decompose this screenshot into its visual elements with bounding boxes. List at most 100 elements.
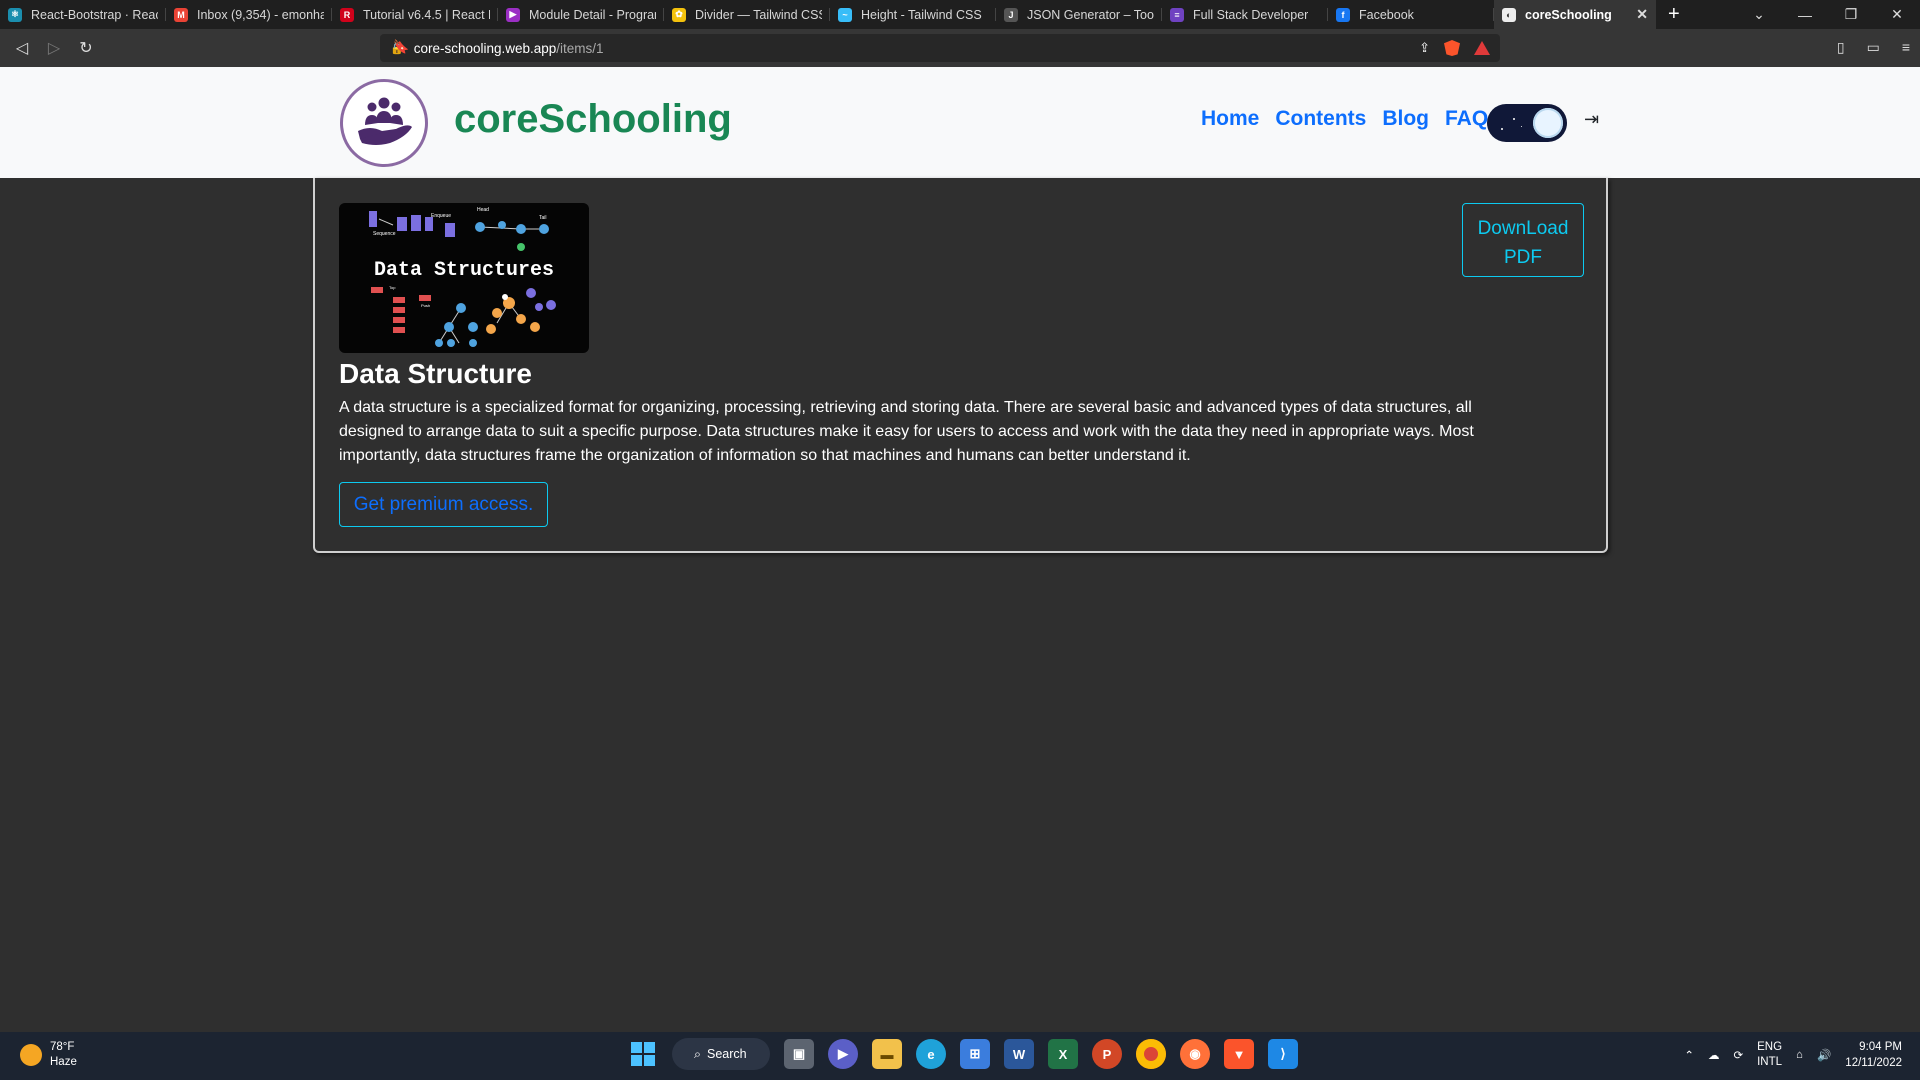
tab-favicon-icon: ≡ bbox=[1170, 7, 1184, 22]
tab-favicon-icon: ✿ bbox=[672, 7, 686, 22]
back-button[interactable]: ◁ bbox=[6, 38, 38, 58]
tab-title: Inbox (9,354) - emonhas bbox=[197, 7, 324, 22]
wallet-icon[interactable]: ▭ bbox=[1867, 39, 1880, 56]
taskbar-search-label: Search bbox=[707, 1047, 747, 1061]
browser-tab-strip: ⚛ React-Bootstrap · React M Inbox (9,354) -… bbox=[0, 0, 1920, 29]
tab-title: Module Detail - Program bbox=[529, 7, 656, 22]
vscode-icon[interactable]: ⟩ bbox=[1268, 1039, 1298, 1069]
clock-time: 9:04 PM bbox=[1859, 1041, 1902, 1053]
site-favicon-icon: ◐ bbox=[1502, 7, 1516, 22]
word-icon[interactable]: W bbox=[1004, 1039, 1034, 1069]
site-navbar: coreSchooling Home Contents Blog FAQ ⇥ bbox=[0, 67, 1920, 178]
thumb-label-push: Push bbox=[421, 303, 430, 308]
sync-icon[interactable]: ⟳ bbox=[1733, 1048, 1743, 1062]
tab-search-icon[interactable]: ⌄ bbox=[1736, 6, 1782, 23]
browser-tab[interactable]: ~ Height - Tailwind CSS bbox=[830, 0, 996, 29]
onedrive-icon[interactable]: ☁ bbox=[1708, 1048, 1720, 1062]
download-pdf-button[interactable]: DownLoad PDF bbox=[1462, 203, 1584, 277]
volume-icon[interactable]: 🔊 bbox=[1817, 1048, 1831, 1062]
menu-icon[interactable]: ≡ bbox=[1902, 39, 1910, 56]
thumb-label-enqueue: Enqueue bbox=[431, 213, 451, 219]
address-bar[interactable]: 🔒 core-schooling.web.app/items/1 ⇪ bbox=[380, 34, 1500, 62]
show-hidden-icons-icon[interactable]: ⌃ bbox=[1684, 1048, 1694, 1062]
brave-rewards-icon[interactable] bbox=[1474, 41, 1490, 55]
new-tab-button[interactable]: + bbox=[1656, 3, 1692, 26]
brave-browser-icon[interactable]: ▼ bbox=[1224, 1039, 1254, 1069]
powerpoint-icon[interactable]: P bbox=[1092, 1039, 1122, 1069]
close-window-button[interactable]: ✕ bbox=[1874, 6, 1920, 23]
share-icon[interactable]: ⇪ bbox=[1419, 40, 1430, 56]
close-tab-icon[interactable]: ✕ bbox=[1636, 6, 1648, 23]
windows-start-icon[interactable] bbox=[628, 1039, 658, 1069]
file-explorer-icon[interactable]: ▬ bbox=[872, 1039, 902, 1069]
tab-title: Facebook bbox=[1359, 7, 1414, 22]
item-thumbnail: Sequence Enqueue Head Tail Data Structur… bbox=[339, 203, 589, 353]
tab-title: Divider — Tailwind CSS bbox=[695, 7, 822, 22]
tab-title: coreSchooling bbox=[1525, 7, 1612, 22]
edge-icon[interactable]: e bbox=[916, 1039, 946, 1069]
teams-chat-icon[interactable]: ▶ bbox=[828, 1039, 858, 1069]
thumb-title: Data Structures bbox=[374, 259, 554, 282]
tab-favicon-icon: M bbox=[174, 7, 188, 22]
tab-title: React-Bootstrap · React bbox=[31, 7, 158, 22]
brave-shields-icon[interactable] bbox=[1444, 40, 1460, 56]
restore-button[interactable]: ❐ bbox=[1828, 6, 1874, 23]
excel-icon[interactable]: X bbox=[1048, 1039, 1078, 1069]
weather-temp: 78°F bbox=[50, 1041, 75, 1053]
sidebar-icon[interactable]: ▯ bbox=[1837, 39, 1845, 56]
nav-contents[interactable]: Contents bbox=[1275, 107, 1366, 131]
tab-title: JSON Generator – Tool f bbox=[1027, 7, 1154, 22]
data-structures-illustration: Sequence Enqueue Head Tail Data Structur… bbox=[369, 207, 556, 347]
theme-toggle[interactable] bbox=[1487, 104, 1567, 142]
browser-tab[interactable]: ⚛ React-Bootstrap · React bbox=[0, 0, 166, 29]
minimize-button[interactable]: — bbox=[1782, 7, 1828, 23]
network-icon[interactable]: ⌂ bbox=[1796, 1049, 1803, 1061]
browser-tab[interactable]: ≡ Full Stack Developer bbox=[1162, 0, 1328, 29]
star-icon bbox=[1513, 118, 1515, 120]
haze-weather-icon bbox=[20, 1044, 42, 1066]
browser-toolbar: ◁ ▷ ↻ 🔒 core-schooling.web.app/items/1 ⇪… bbox=[0, 29, 1920, 67]
weather-widget[interactable]: 78°F Haze bbox=[20, 1040, 77, 1070]
star-icon bbox=[1521, 126, 1522, 127]
tab-favicon-icon: J bbox=[1004, 7, 1018, 22]
site-brand[interactable]: coreSchooling bbox=[454, 97, 732, 142]
browser-tab[interactable]: f Facebook bbox=[1328, 0, 1494, 29]
reload-button[interactable]: ↻ bbox=[70, 38, 102, 58]
item-description: A data structure is a specialized format… bbox=[339, 399, 1474, 464]
system-clock[interactable]: 9:04 PM 12/11/2022 bbox=[1845, 1039, 1902, 1071]
item-card: Sequence Enqueue Head Tail Data Structur… bbox=[313, 178, 1608, 553]
tab-active[interactable]: ◐ coreSchooling ✕ bbox=[1494, 0, 1656, 29]
browser-tab[interactable]: M Inbox (9,354) - emonhas bbox=[166, 0, 332, 29]
browser-tab[interactable]: R Tutorial v6.4.5 | React R bbox=[332, 0, 498, 29]
firefox-icon[interactable]: ◉ bbox=[1180, 1039, 1210, 1069]
browser-tab[interactable]: ▶ Module Detail - Program bbox=[498, 0, 664, 29]
thumb-label-head: Head bbox=[477, 207, 489, 213]
tab-favicon-icon: f bbox=[1336, 7, 1350, 22]
browser-tab[interactable]: ✿ Divider — Tailwind CSS bbox=[664, 0, 830, 29]
premium-access-button[interactable]: Get premium access. bbox=[339, 482, 548, 527]
microsoft-store-icon[interactable]: ⊞ bbox=[960, 1039, 990, 1069]
url-path: /items/1 bbox=[556, 40, 604, 56]
login-icon[interactable]: ⇥ bbox=[1584, 109, 1599, 130]
taskbar-search[interactable]: ⌕ Search bbox=[672, 1038, 770, 1070]
nav-home[interactable]: Home bbox=[1201, 107, 1259, 131]
nav-faq[interactable]: FAQ bbox=[1445, 107, 1488, 131]
tab-title: Height - Tailwind CSS bbox=[861, 7, 982, 22]
task-view-icon[interactable]: ▣ bbox=[784, 1039, 814, 1069]
toggle-knob bbox=[1533, 108, 1563, 138]
tab-title: Tutorial v6.4.5 | React R bbox=[363, 7, 490, 22]
language-indicator[interactable]: ENG INTL bbox=[1757, 1040, 1782, 1070]
thumb-label-sequence: Sequence bbox=[373, 231, 396, 237]
thumb-label-tail: Tail bbox=[539, 215, 547, 221]
nav-blog[interactable]: Blog bbox=[1382, 107, 1429, 131]
bookmark-icon[interactable]: 🔖 bbox=[393, 39, 409, 55]
chrome-icon[interactable] bbox=[1136, 1039, 1166, 1069]
search-icon: ⌕ bbox=[694, 1046, 702, 1061]
forward-button[interactable]: ▷ bbox=[38, 38, 70, 58]
site-logo[interactable] bbox=[340, 79, 428, 167]
hand-people-logo-icon bbox=[358, 97, 412, 145]
tab-favicon-icon: ▶ bbox=[506, 7, 520, 22]
browser-tab[interactable]: J JSON Generator – Tool f bbox=[996, 0, 1162, 29]
star-icon bbox=[1501, 128, 1503, 130]
item-title: Data Structure bbox=[339, 358, 532, 389]
